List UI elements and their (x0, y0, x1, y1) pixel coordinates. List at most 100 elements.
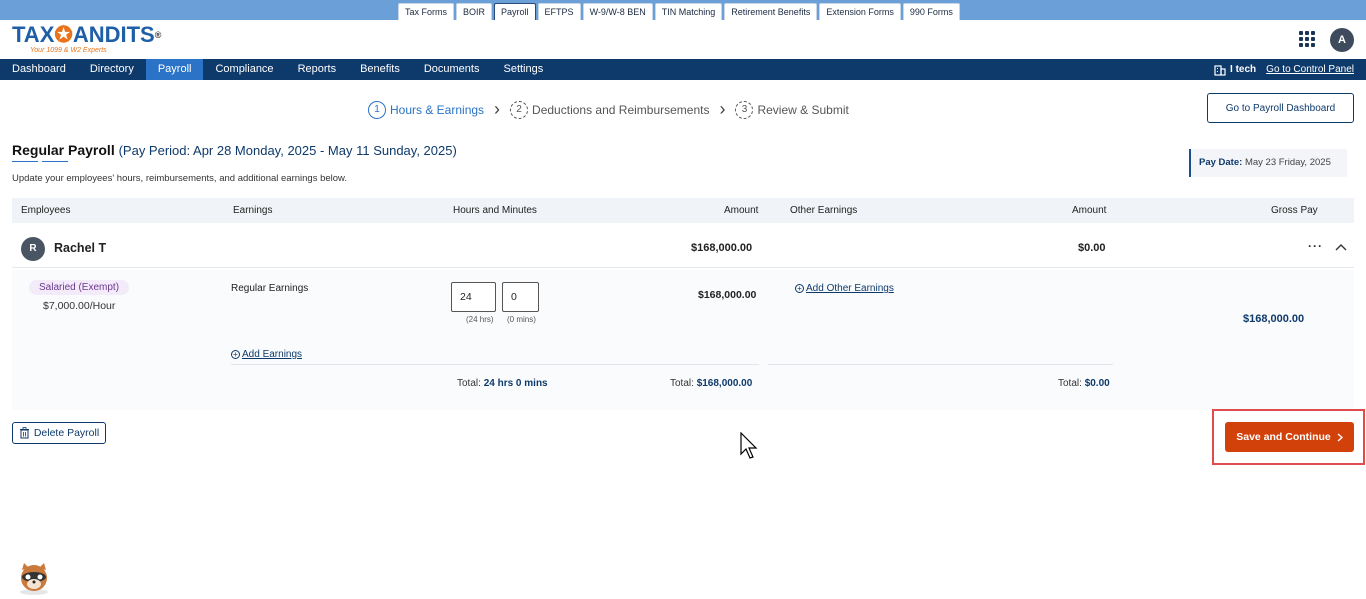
org-name: I tech (1230, 64, 1257, 75)
plus-circle-icon: + (231, 350, 240, 359)
product-tab-retirement-benefits[interactable]: Retirement Benefits (724, 3, 818, 20)
employee-name: Rachel T (54, 241, 107, 255)
nav-item-benefits[interactable]: Benefits (348, 59, 412, 80)
step-number: 3 (735, 100, 754, 119)
minutes-input[interactable]: 0 (502, 282, 539, 312)
page-subtitle: Update your employees' hours, reimbursem… (12, 173, 348, 184)
delete-payroll-button[interactable]: Delete Payroll (12, 422, 106, 444)
navbar-right: I tech Go to Control Panel (1214, 59, 1354, 80)
main-navbar: Dashboard Directory Payroll Compliance Repor… (0, 59, 1366, 80)
total-hours-value: 24 hrs 0 mins (483, 378, 548, 389)
registered-mark: ® (154, 30, 162, 40)
step-label: Deductions and Reimbursements (532, 102, 710, 117)
employee-amount: $168,000.00 (691, 242, 753, 254)
add-earnings-link[interactable]: + Add Earnings (231, 349, 302, 360)
nav-item-compliance[interactable]: Compliance (203, 59, 285, 80)
employee-detail: Salaried (Exempt) $7,000.00/Hour Regular… (12, 270, 1354, 410)
nav-item-directory[interactable]: Directory (78, 59, 146, 80)
earning-name: Regular Earnings (231, 283, 309, 294)
chevron-up-icon[interactable] (1335, 240, 1347, 254)
nav-item-payroll[interactable]: Payroll (145, 59, 204, 80)
product-tab-990-forms[interactable]: 990 Forms (902, 3, 960, 20)
minutes-hint: (0 mins) (507, 315, 536, 324)
earnings-divider (231, 364, 759, 365)
step-1[interactable]: 1 Hours & Earnings (368, 100, 484, 119)
product-tab-eftps[interactable]: EFTPS (537, 3, 581, 20)
pay-date-label: Pay Date: (1199, 157, 1243, 168)
employee-avatar: R (21, 237, 45, 261)
step-3[interactable]: 3 Review & Submit (735, 100, 849, 119)
plus-circle-icon: + (795, 284, 804, 293)
total-other-value: $0.00 (1084, 378, 1110, 389)
nav-item-reports[interactable]: Reports (286, 59, 349, 80)
app-header: TAX✪ANDITS® Your 1099 & W2 Experts A (0, 20, 1366, 59)
hours-hint: (24 hrs) (466, 315, 494, 324)
nav-item-settings[interactable]: Settings (491, 59, 555, 80)
taxbandits-logo[interactable]: TAX✪ANDITS® Your 1099 & W2 Experts (12, 24, 161, 55)
delete-payroll-label: Delete Payroll (33, 427, 100, 439)
chevron-right-icon: › (719, 99, 726, 119)
add-other-earnings-label: Add Other Earnings (806, 283, 894, 294)
step-number: 2 (510, 100, 529, 119)
step-number: 1 (368, 100, 386, 119)
step-label: Review & Submit (757, 102, 849, 117)
employee-rate: $7,000.00/Hour (43, 300, 116, 312)
product-tab-tin-matching[interactable]: TIN Matching (654, 3, 723, 20)
logo-text-b: ANDITS (72, 22, 155, 47)
col-employees: Employees (21, 205, 71, 216)
raccoon-mascot-icon[interactable] (14, 562, 54, 596)
logo-tagline: Your 1099 & W2 Experts (30, 47, 107, 54)
employee-other-amount: $0.00 (1078, 242, 1106, 254)
payroll-stepper: 1 Hours & Earnings › 2 Deductions and Reimbu… (368, 99, 849, 120)
pay-date-box: Pay Date: May 23 Friday, 2025 (1189, 149, 1347, 177)
mouse-cursor-icon (740, 432, 758, 459)
more-options-icon[interactable]: ··· (1308, 239, 1323, 253)
earning-amount: $168,000.00 (698, 289, 757, 301)
product-tab-payroll[interactable]: Payroll (494, 3, 536, 20)
control-panel-link[interactable]: Go to Control Panel (1266, 64, 1354, 75)
nav-item-documents[interactable]: Documents (412, 59, 492, 80)
col-earnings: Earnings (233, 205, 273, 216)
product-tab-boir[interactable]: BOIR (456, 3, 493, 20)
trash-icon (19, 427, 29, 439)
pay-period: (Pay Period: Apr 28 Monday, 2025 - May 1… (118, 143, 457, 158)
user-avatar[interactable]: A (1330, 28, 1354, 52)
total-amount: Total: $168,000.00 (670, 378, 752, 389)
step-2[interactable]: 2 Deductions and Reimbursements (510, 100, 710, 119)
product-tab-extension-forms[interactable]: Extension Forms (819, 3, 901, 20)
chevron-right-icon: › (494, 99, 501, 119)
col-gross-pay: Gross Pay (1271, 205, 1318, 216)
save-and-continue-label: Save and Continue (1236, 431, 1331, 443)
total-amount-label: Total: (670, 378, 694, 389)
chevron-right-icon (1337, 432, 1343, 442)
other-earnings-divider (768, 364, 1113, 365)
product-tabs: Tax Forms BOIR Payroll EFTPS W-9/W-8 BEN TIN … (398, 3, 960, 20)
payroll-dashboard-button[interactable]: Go to Payroll Dashboard (1207, 93, 1354, 123)
save-and-continue-button[interactable]: Save and Continue (1225, 422, 1354, 452)
total-other: Total: $0.00 (1058, 378, 1110, 389)
total-hours: Total: 24 hrs 0 mins (457, 378, 548, 389)
total-hours-label: Total: (457, 378, 481, 389)
col-hours: Hours and Minutes (453, 205, 537, 216)
employee-row[interactable]: R Rachel T $168,000.00 $0.00 ··· (12, 230, 1354, 268)
nav-items: Dashboard Directory Payroll Compliance Repor… (0, 59, 1366, 80)
title-underline (12, 161, 68, 163)
apps-grid-icon[interactable] (1299, 31, 1315, 47)
hours-input[interactable]: 24 (451, 282, 496, 312)
table-header: Employees Earnings Hours and Minutes Amo… (12, 198, 1354, 223)
logo-text-a: TAX (12, 22, 55, 47)
nav-item-dashboard[interactable]: Dashboard (0, 59, 78, 80)
building-icon (1214, 64, 1226, 76)
pay-date-value: May 23 Friday, 2025 (1244, 157, 1331, 168)
total-other-label: Total: (1058, 378, 1082, 389)
product-tab-w-9-w-8-ben[interactable]: W-9/W-8 BEN (582, 3, 653, 20)
owl-logo-icon: ✪ (54, 22, 73, 47)
gross-pay-value: $168,000.00 (1243, 313, 1305, 325)
product-tab-tax-forms[interactable]: Tax Forms (398, 3, 455, 20)
org-switcher[interactable]: I tech (1214, 64, 1256, 76)
page-title: Regular Payroll (Pay Period: Apr 28 Mond… (12, 142, 457, 158)
employee-type-badge: Salaried (Exempt) (29, 280, 130, 295)
add-other-earnings-link[interactable]: + Add Other Earnings (795, 283, 894, 294)
total-amount-value: $168,000.00 (696, 378, 753, 389)
col-other-amount: Amount (1072, 205, 1107, 216)
